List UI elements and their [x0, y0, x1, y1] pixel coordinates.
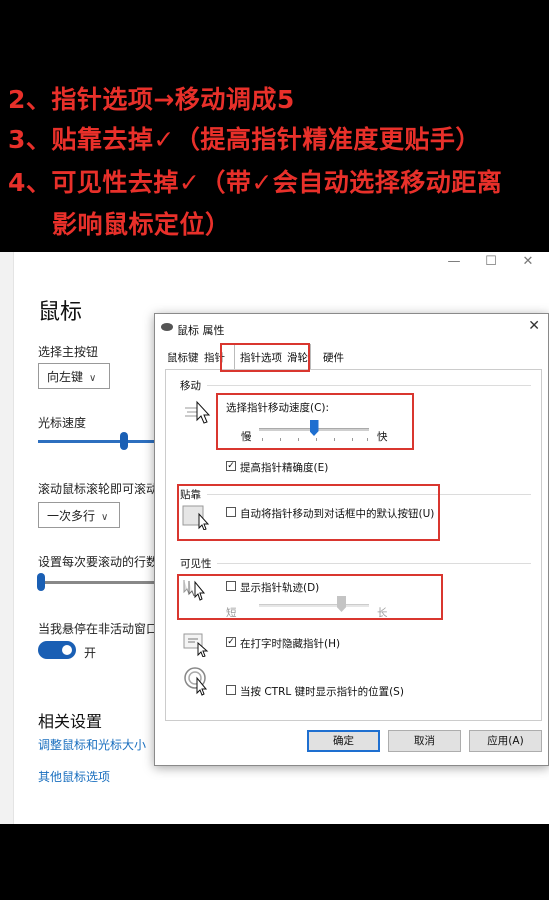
apply-button[interactable]: 应用(A): [469, 730, 542, 752]
tab-pointers[interactable]: 指针: [204, 350, 225, 365]
snap-checkbox[interactable]: [226, 507, 236, 517]
caption-line-1: 2、指针选项→移动调成5: [8, 85, 295, 114]
slider-tick: [367, 438, 368, 441]
chevron-down-icon: ∨: [89, 373, 97, 384]
pointer-trails-icon: [183, 580, 206, 601]
precision-checkbox[interactable]: ✓: [226, 461, 236, 471]
trail-length-slider[interactable]: [259, 604, 369, 607]
related-settings-title: 相关设置: [38, 712, 103, 731]
cursor-speed-thumb[interactable]: [119, 432, 128, 450]
trails-checkbox[interactable]: [226, 581, 236, 591]
motion-speed-label: 选择指针移动速度(C):: [226, 402, 330, 414]
primary-button-value: 向左键: [47, 370, 84, 384]
ok-button[interactable]: 确定: [307, 730, 380, 752]
tab-wheel[interactable]: 滑轮: [287, 350, 308, 365]
trails-label: 显示指针轨迹(D): [240, 582, 320, 594]
maximize-button[interactable]: ☐: [481, 254, 501, 269]
trail-short-label: 短: [226, 607, 237, 619]
caption-line-4: 影响鼠标定位）: [52, 210, 231, 239]
slider-tick: [316, 438, 317, 441]
hover-scroll-toggle[interactable]: [38, 641, 76, 659]
show-location-icon: [184, 667, 208, 696]
pointer-motion-icon: [185, 400, 211, 424]
cursor-speed-label: 光标速度: [38, 416, 87, 430]
hide-while-typing-label: 在打字时隐藏指针(H): [240, 638, 341, 650]
primary-button-select[interactable]: 向左键 ∨: [38, 363, 110, 389]
divider: [207, 385, 531, 386]
adjust-size-link[interactable]: 调整鼠标和光标大小: [38, 736, 146, 753]
precision-label: 提高指针精确度(E): [240, 462, 329, 474]
fast-label: 快: [377, 431, 388, 443]
scroll-label: 滚动鼠标滚轮即可滚动: [38, 482, 159, 496]
tab-body: [165, 369, 542, 721]
slider-tick: [262, 438, 263, 441]
slow-label: 慢: [241, 431, 252, 443]
lines-thumb[interactable]: [37, 573, 46, 591]
check-mark-icon: ✓: [227, 461, 235, 471]
snap-label: 自动将指针移动到对话框中的默认按钮(U): [240, 508, 435, 520]
ctrl-location-checkbox[interactable]: [226, 685, 236, 695]
dialog-close-icon[interactable]: ✕: [528, 318, 540, 334]
tab-buttons[interactable]: 鼠标键: [167, 350, 199, 365]
divider: [217, 563, 531, 564]
lines-label: 设置每次要滚动的行数: [38, 555, 159, 569]
slider-tick: [352, 438, 353, 441]
caption-line-3: 4、可见性去掉✓（带✓会自动选择移动距离: [8, 168, 503, 197]
tab-hardware[interactable]: 硬件: [323, 350, 344, 365]
scroll-select[interactable]: 一次多行 ∨: [38, 502, 120, 528]
dialog-title: 鼠标 属性: [177, 324, 225, 337]
close-button[interactable]: ✕: [518, 254, 538, 269]
slider-tick: [334, 438, 335, 441]
toggle-state: 开: [84, 646, 97, 660]
divider: [207, 494, 531, 495]
chevron-down-icon: ∨: [101, 512, 109, 523]
minimize-button[interactable]: —: [444, 254, 464, 269]
cancel-button[interactable]: 取消: [388, 730, 461, 752]
ctrl-location-label: 当按 CTRL 键时显示指针的位置(S): [240, 686, 404, 698]
trail-long-label: 长: [377, 607, 388, 619]
hide-while-typing-checkbox[interactable]: ✓: [226, 637, 236, 647]
motion-group-title: 移动: [180, 380, 201, 392]
hover-label: 当我悬停在非活动窗口: [38, 622, 159, 636]
visibility-group-title: 可见性: [180, 558, 212, 570]
mouse-icon: [161, 323, 173, 331]
scroll-value: 一次多行: [47, 509, 96, 523]
cursor-speed-slider[interactable]: [38, 440, 154, 443]
instruction-caption: 2、指针选项→移动调成5 3、贴靠去掉✓（提高指针精准度更贴手） 4、可见性去掉…: [0, 0, 549, 252]
page-title: 鼠标: [38, 300, 83, 325]
screenshot-area: — ☐ ✕ 鼠标 选择主按钮 向左键 ∨ 光标速度 滚动鼠标滚轮即可滚动 一次多行…: [0, 252, 549, 824]
lines-slider[interactable]: [38, 581, 154, 584]
mouse-properties-dialog: 鼠标 属性 ✕ 鼠标键 指针 指针选项 滑轮 硬件 移动 选择指针移动速度(C)…: [154, 313, 549, 766]
hide-pointer-icon: [183, 633, 209, 657]
tab-pointer-options[interactable]: 指针选项: [240, 350, 282, 365]
taskbar-edge: [0, 252, 14, 824]
primary-button-label: 选择主按钮: [38, 345, 99, 359]
toggle-knob: [62, 645, 72, 655]
slider-tick: [298, 438, 299, 441]
snap-group-title: 贴靠: [180, 489, 201, 501]
caption-line-2: 3、贴靠去掉✓（提高指针精准度更贴手）: [8, 125, 481, 154]
slider-tick: [280, 438, 281, 441]
bottom-black-bar: [0, 824, 549, 900]
check-mark-icon: ✓: [227, 637, 235, 647]
other-mouse-options-link[interactable]: 其他鼠标选项: [38, 768, 110, 785]
snap-to-icon: [182, 505, 210, 530]
